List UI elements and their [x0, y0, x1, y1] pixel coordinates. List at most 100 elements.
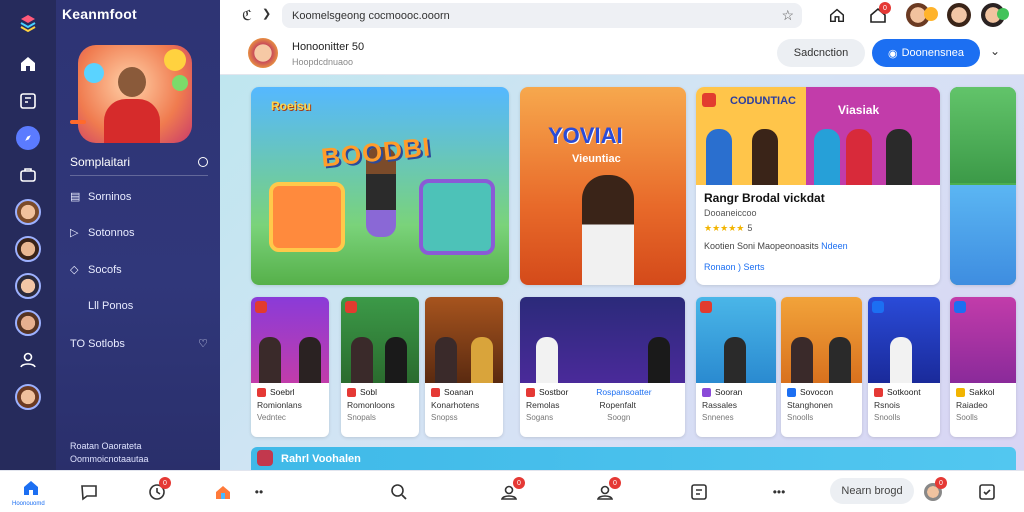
briefcase-icon[interactable] — [11, 158, 45, 192]
home-icon[interactable] — [11, 47, 45, 81]
sidebar-item-label: TO Sotlobs — [70, 337, 125, 350]
primary-button-label: Doonensnea — [901, 47, 964, 59]
star-rating: ★★★★★ 5 — [704, 223, 752, 234]
user-icon[interactable]: 0 — [592, 477, 621, 505]
card-meta: Snoolls — [787, 413, 814, 422]
card-meta: Soogn — [607, 413, 631, 422]
sidebar-footer: Roatan Oaorateta Oommoicnotaautaa — [70, 440, 149, 466]
footer-line: Roatan Oaorateta — [70, 441, 142, 451]
avatar[interactable] — [15, 236, 41, 262]
content-feed: Roeisu BOODBI YOVIAI Vieuntiac CODUNTIAC… — [220, 75, 1024, 470]
search-pill[interactable]: Nearn brogd — [830, 478, 914, 504]
discover-icon[interactable] — [11, 121, 45, 155]
online-icon — [997, 8, 1009, 20]
profile-icon[interactable]: 0 — [920, 477, 947, 505]
sidebar-item-label: Sotonnos — [88, 226, 135, 239]
edge-card[interactable] — [950, 87, 1016, 285]
video-card[interactable]: Sostbor Rospansoatter Remolas Ropenfalt So… — [520, 297, 685, 437]
featured-meta-text: Kootien Soni Maopeonoasits — [704, 241, 819, 251]
sidebar-item-label: Sorninos — [88, 190, 132, 203]
home-icon[interactable] — [828, 6, 846, 29]
chevron-down-icon[interactable]: ⌄ — [990, 44, 1000, 58]
video-card[interactable]: Sobl Romonloons Snopals — [341, 297, 419, 437]
home-tab[interactable] — [18, 475, 44, 501]
calendar-icon[interactable] — [974, 479, 1000, 505]
more-icon[interactable]: ••• — [766, 479, 792, 505]
feature-card-game[interactable]: Roeisu BOODBI — [251, 87, 509, 285]
profile-hero-image[interactable] — [78, 45, 192, 143]
section-title-label: Somplaitari — [70, 155, 131, 169]
page-header: Honoonitter 50 Hoopdcdnuaoo Sadcnction ◉… — [220, 32, 1024, 75]
featured-image-title: Viasiak — [838, 103, 880, 117]
featured-meta: Kootien Soni Maopeonoasits Ndeen — [704, 241, 848, 251]
home-tab-label: Hoonouomd — [12, 501, 45, 507]
card-meta: Snnenes — [702, 413, 734, 422]
sidebar-item-label: Socofs — [88, 263, 122, 276]
app-home-icon[interactable] — [210, 479, 236, 505]
sidebar-item-4[interactable]: Lll Ponos — [70, 300, 208, 312]
play-icon — [702, 93, 716, 107]
feature-card-video[interactable]: YOVIAI Vieuntiac — [520, 87, 686, 285]
icon-rail — [0, 0, 56, 470]
page-title: Honoonitter 50 — [292, 41, 365, 53]
card-title: Raiadeo — [956, 400, 988, 410]
section-banner[interactable]: Rahrl Voohalen — [251, 447, 1016, 470]
card-title: Rassales — [702, 400, 737, 410]
more-icon[interactable]: •• — [246, 479, 272, 505]
sidebar-item-2[interactable]: ▷ Sotonnos — [70, 226, 208, 240]
featured-image-title: CODUNTIAC — [730, 95, 796, 107]
primary-button[interactable]: ◉ Doonensnea — [872, 39, 980, 67]
heart-icon[interactable]: ♡ — [198, 337, 208, 350]
video-card[interactable]: Soebrl Romionlans Vedntec — [251, 297, 329, 437]
notification-icon[interactable]: 0 — [868, 2, 891, 30]
card-link[interactable]: Rospansoatter — [596, 387, 651, 397]
avatar[interactable] — [15, 310, 41, 336]
chat-icon[interactable] — [76, 479, 102, 505]
featured-title: Rangr Brodal vickdat — [704, 191, 825, 205]
people-icon[interactable]: 0 — [496, 477, 525, 505]
avatar[interactable] — [15, 384, 41, 410]
featured-action[interactable]: Ronaon ) Serts — [704, 262, 765, 272]
video-card[interactable]: Sovocon Stanghonen Snoolls — [781, 297, 862, 437]
address-bar[interactable]: Koomelsgeong cocmoooc.ooorn ☆ — [282, 3, 802, 28]
sidebar-section-title[interactable]: Somplaitari — [70, 155, 208, 176]
avatar[interactable] — [15, 199, 41, 225]
video-card[interactable]: Sotkoont Rsnois Snoolls — [868, 297, 940, 437]
forward-icon[interactable]: ❯ — [262, 7, 271, 20]
card-title: YOVIAI — [548, 123, 623, 148]
app-logo-icon[interactable] — [11, 6, 45, 40]
hero-badge — [70, 120, 86, 124]
card-label: Sobl — [360, 387, 378, 397]
card-title: Romonloons — [347, 400, 395, 410]
person-icon[interactable] — [11, 343, 45, 377]
star-icon[interactable]: ☆ — [781, 7, 794, 24]
video-card[interactable]: Sooran Rassales Snnenes — [696, 297, 776, 437]
avatar[interactable] — [15, 273, 41, 299]
sidebar-item-label: Lll Ponos — [88, 300, 134, 312]
tag-icon: ◇ — [70, 264, 79, 276]
avatar[interactable] — [248, 38, 278, 68]
card-meta: Vedntec — [257, 413, 286, 422]
card-title: Ropenfalt — [599, 400, 636, 410]
footer-line: Oommoicnotaautaa — [70, 454, 149, 464]
video-card[interactable]: Soanan Konarhotens Snopss — [425, 297, 503, 437]
board-icon[interactable] — [11, 84, 45, 118]
search-icon[interactable] — [386, 479, 412, 505]
card-label: Sovocon — [800, 387, 834, 397]
card-title: Konarhotens — [431, 400, 480, 410]
clock-icon[interactable]: 0 — [144, 477, 171, 505]
card-meta: Sogans — [526, 413, 554, 422]
sidebar-item-5[interactable]: TO Sotlobs ♡ — [70, 337, 208, 351]
video-card[interactable]: Sakkol Raiadeo Soolls — [950, 297, 1016, 437]
card-label: Sooran — [715, 387, 743, 397]
brand-name: Keanmfoot — [62, 6, 137, 22]
profile-icon[interactable]: ℭ — [242, 7, 252, 24]
secondary-button[interactable]: Sadcnction — [777, 39, 865, 67]
sidebar-item-3[interactable]: ◇ Socofs — [70, 263, 208, 277]
sidebar-item-1[interactable]: ▤ Sorninos — [70, 190, 208, 204]
featured-card[interactable]: CODUNTIAC Viasiak Rangr Brodal vickdat D… — [696, 87, 940, 285]
featured-meta-link[interactable]: Ndeen — [821, 241, 848, 251]
avatar[interactable] — [947, 3, 971, 27]
card-meta: Snoolls — [874, 413, 901, 422]
note-icon[interactable] — [686, 479, 712, 505]
